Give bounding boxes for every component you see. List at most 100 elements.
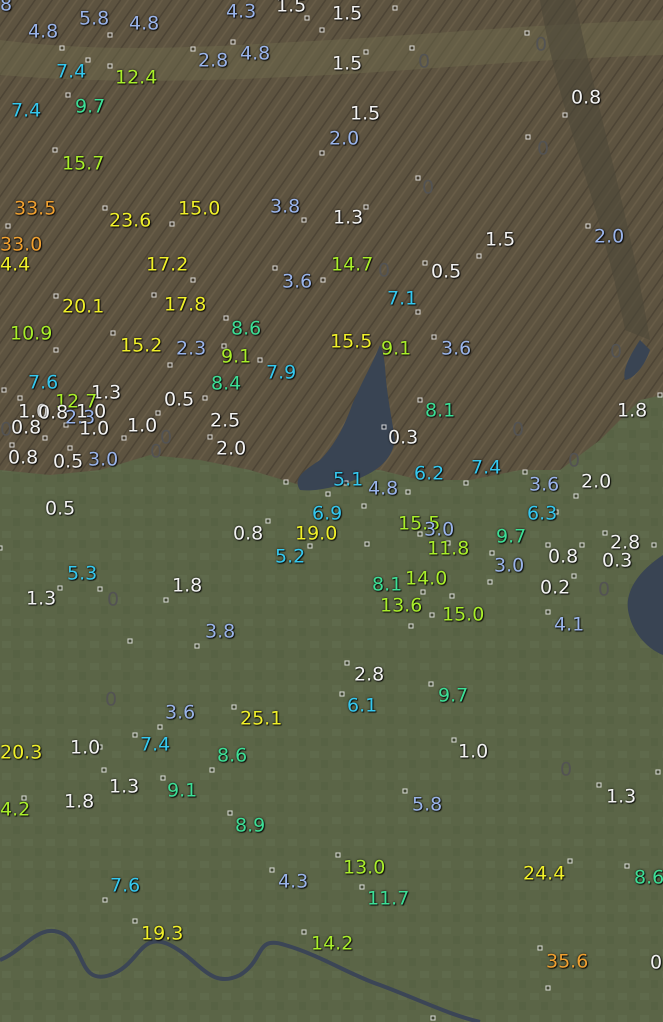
station-marker[interactable] — [132, 918, 138, 924]
station-marker[interactable] — [194, 643, 200, 649]
station-marker[interactable] — [415, 175, 421, 181]
station-marker[interactable] — [107, 63, 113, 69]
station-marker[interactable] — [209, 767, 215, 773]
station-marker[interactable] — [361, 503, 367, 509]
station-marker[interactable] — [190, 46, 196, 52]
station-marker[interactable] — [392, 5, 398, 11]
station-marker[interactable] — [230, 39, 236, 45]
station-marker[interactable] — [571, 573, 577, 579]
station-marker[interactable] — [335, 852, 341, 858]
station-marker[interactable] — [429, 612, 435, 618]
station-marker[interactable] — [190, 277, 196, 283]
station-marker[interactable] — [545, 609, 551, 615]
station-marker[interactable] — [363, 49, 369, 55]
station-marker[interactable] — [537, 945, 543, 951]
station-marker[interactable] — [596, 782, 602, 788]
station-marker[interactable] — [525, 134, 531, 140]
station-marker[interactable] — [67, 445, 73, 451]
station-marker[interactable] — [5, 223, 11, 229]
station-marker[interactable] — [53, 293, 59, 299]
station-marker[interactable] — [422, 260, 428, 266]
station-marker[interactable] — [127, 638, 133, 644]
station-marker[interactable] — [562, 112, 568, 118]
station-marker[interactable] — [325, 491, 331, 497]
station-marker[interactable] — [415, 309, 421, 315]
station-marker[interactable] — [451, 737, 457, 743]
station-marker[interactable] — [102, 205, 108, 211]
station-marker[interactable] — [579, 542, 585, 548]
station-marker[interactable] — [359, 884, 365, 890]
station-marker[interactable] — [52, 147, 58, 153]
station-marker[interactable] — [53, 347, 59, 353]
station-marker[interactable] — [487, 579, 493, 585]
station-marker[interactable] — [655, 769, 661, 775]
station-marker[interactable] — [319, 27, 325, 33]
station-marker[interactable] — [420, 589, 426, 595]
station-marker[interactable] — [344, 660, 350, 666]
station-marker[interactable] — [522, 469, 528, 475]
station-marker[interactable] — [97, 586, 103, 592]
station-marker[interactable] — [269, 867, 275, 873]
station-marker[interactable] — [307, 543, 313, 549]
station-marker[interactable] — [319, 150, 325, 156]
station-marker[interactable] — [651, 542, 657, 548]
station-marker[interactable] — [272, 265, 278, 271]
station-marker[interactable] — [207, 434, 213, 440]
station-marker[interactable] — [17, 395, 23, 401]
station-marker[interactable] — [132, 732, 138, 738]
station-marker[interactable] — [567, 858, 573, 864]
station-marker[interactable] — [167, 362, 173, 368]
station-marker[interactable] — [85, 57, 91, 63]
station-marker[interactable] — [602, 530, 608, 536]
station-marker[interactable] — [107, 32, 113, 38]
station-marker[interactable] — [545, 985, 551, 991]
station-marker[interactable] — [463, 480, 469, 486]
station-marker[interactable] — [151, 292, 157, 298]
station-marker[interactable] — [363, 204, 369, 210]
station-marker[interactable] — [585, 223, 591, 229]
station-marker[interactable] — [573, 493, 579, 499]
station-marker[interactable] — [301, 929, 307, 935]
station-marker[interactable] — [157, 724, 163, 730]
station-marker[interactable] — [102, 897, 108, 903]
station-marker[interactable] — [231, 704, 237, 710]
station-marker[interactable] — [223, 315, 229, 321]
station-marker[interactable] — [449, 593, 455, 599]
station-marker[interactable] — [65, 92, 71, 98]
station-marker[interactable] — [163, 597, 169, 603]
station-marker[interactable] — [405, 489, 411, 495]
station-marker[interactable] — [1, 387, 7, 393]
station-marker[interactable] — [59, 45, 65, 51]
station-marker[interactable] — [409, 45, 415, 51]
station-marker[interactable] — [408, 623, 414, 629]
station-marker[interactable] — [381, 424, 387, 430]
station-marker[interactable] — [160, 775, 166, 781]
station-marker[interactable] — [227, 810, 233, 816]
station-marker[interactable] — [265, 518, 271, 524]
station-marker[interactable] — [110, 330, 116, 336]
station-marker[interactable] — [304, 15, 310, 21]
station-marker[interactable] — [657, 392, 663, 398]
station-marker[interactable] — [301, 217, 307, 223]
station-marker[interactable] — [320, 277, 326, 283]
station-marker[interactable] — [0, 545, 3, 551]
station-marker[interactable] — [428, 681, 434, 687]
station-marker[interactable] — [431, 334, 437, 340]
station-marker[interactable] — [283, 479, 289, 485]
station-marker[interactable] — [42, 435, 48, 441]
zero-reading: 0 — [598, 578, 611, 601]
station-marker[interactable] — [524, 30, 530, 36]
station-marker[interactable] — [476, 253, 482, 259]
station-marker[interactable] — [430, 1015, 436, 1021]
station-marker[interactable] — [202, 395, 208, 401]
station-marker[interactable] — [417, 397, 423, 403]
station-marker[interactable] — [257, 357, 263, 363]
station-marker[interactable] — [339, 691, 345, 697]
station-marker[interactable] — [169, 221, 175, 227]
station-marker[interactable] — [364, 541, 370, 547]
station-marker[interactable] — [121, 435, 127, 441]
station-marker[interactable] — [101, 767, 107, 773]
station-marker[interactable] — [402, 788, 408, 794]
station-marker[interactable] — [57, 585, 63, 591]
station-marker[interactable] — [624, 863, 630, 869]
